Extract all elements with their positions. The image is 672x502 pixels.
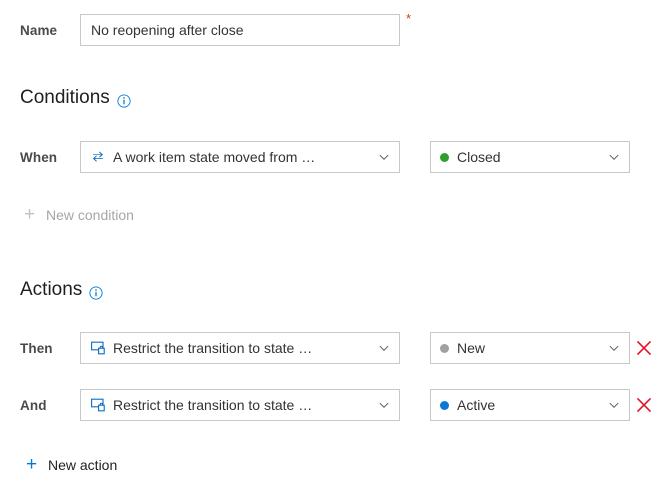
- action-row: And Restrict the transition to state … A…: [20, 389, 660, 421]
- chevron-down-icon[interactable]: [607, 341, 621, 355]
- name-row: Name *: [20, 11, 420, 46]
- restrict-transition-icon: [90, 398, 107, 413]
- name-label: Name: [20, 22, 58, 38]
- info-icon[interactable]: [117, 92, 131, 108]
- condition-trigger-text: A work item state moved from …: [113, 149, 316, 165]
- action-row: Then Restrict the transition to state … …: [20, 332, 660, 364]
- state-color-dot: [440, 343, 449, 353]
- condition-value-dropdown[interactable]: Closed: [430, 141, 630, 173]
- new-action-button[interactable]: + New action: [24, 454, 118, 475]
- plus-icon: +: [23, 204, 36, 225]
- state-color-dot: [440, 152, 449, 162]
- new-condition-label: New condition: [46, 207, 134, 223]
- required-asterisk: *: [406, 11, 412, 26]
- rule-name-input[interactable]: [80, 14, 400, 46]
- conditions-heading: Conditions: [20, 87, 131, 109]
- condition-row: When A work item state moved from … Clos…: [20, 141, 640, 173]
- rule-editor-page: Name * Conditions When A work item state…: [0, 0, 672, 502]
- action-value-dropdown[interactable]: New: [430, 332, 630, 364]
- action-value-dropdown[interactable]: Active: [430, 389, 630, 421]
- action-value-text: New: [457, 340, 486, 356]
- action-type-text: Restrict the transition to state …: [113, 397, 313, 413]
- and-label: And: [20, 397, 47, 413]
- transition-arrows-icon: [90, 150, 107, 165]
- action-type-text: Restrict the transition to state …: [113, 340, 313, 356]
- chevron-down-icon[interactable]: [377, 341, 391, 355]
- action-value-text: Active: [457, 397, 496, 413]
- state-color-dot: [440, 400, 449, 410]
- info-icon[interactable]: [89, 284, 103, 300]
- restrict-transition-icon: [90, 341, 107, 356]
- conditions-heading-text: Conditions: [20, 87, 110, 108]
- when-label: When: [20, 149, 58, 165]
- actions-heading-text: Actions: [20, 279, 83, 300]
- action-type-dropdown[interactable]: Restrict the transition to state …: [80, 332, 400, 364]
- delete-action-button[interactable]: [635, 339, 653, 357]
- actions-heading: Actions: [20, 279, 103, 301]
- new-condition-button[interactable]: + New condition: [22, 204, 134, 225]
- action-type-dropdown[interactable]: Restrict the transition to state …: [80, 389, 400, 421]
- chevron-down-icon[interactable]: [377, 398, 391, 412]
- delete-action-button[interactable]: [635, 396, 653, 414]
- chevron-down-icon[interactable]: [607, 398, 621, 412]
- chevron-down-icon[interactable]: [377, 150, 391, 164]
- plus-icon: +: [25, 454, 38, 475]
- new-action-label: New action: [48, 457, 118, 473]
- condition-trigger-dropdown[interactable]: A work item state moved from …: [80, 141, 400, 173]
- condition-value-text: Closed: [457, 149, 501, 165]
- then-label: Then: [20, 340, 53, 356]
- chevron-down-icon[interactable]: [607, 150, 621, 164]
